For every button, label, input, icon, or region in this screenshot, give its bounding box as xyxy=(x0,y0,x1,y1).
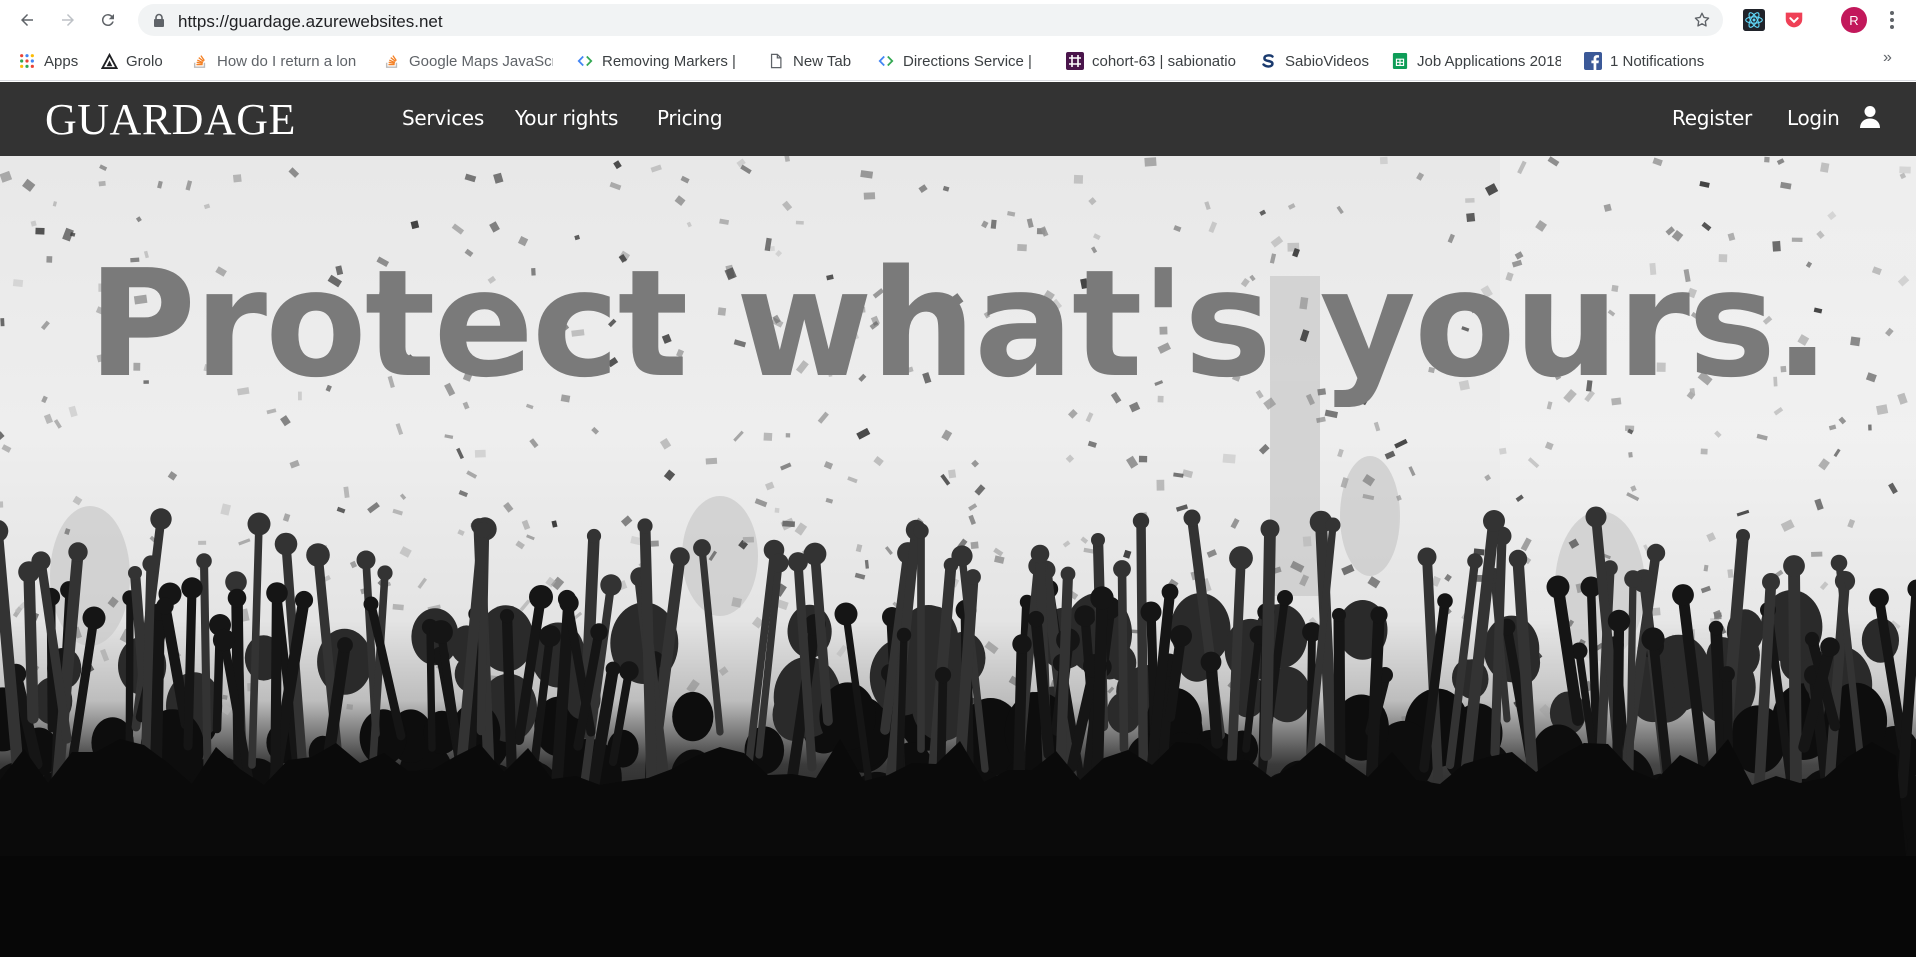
sabio-icon xyxy=(1259,52,1277,70)
bookmark-label: SabioVideos xyxy=(1285,52,1369,70)
apps-grid-icon xyxy=(18,52,36,70)
bookmark-label: Grolo xyxy=(126,52,163,70)
page-icon xyxy=(767,52,785,70)
bookmark-label: Google Maps JavaScr xyxy=(409,52,553,70)
react-devtools-icon[interactable] xyxy=(1742,8,1766,32)
stackoverflow-icon xyxy=(191,52,209,70)
google-developers-icon xyxy=(576,52,594,70)
bookmark-label: Apps xyxy=(44,52,79,70)
bookmark-job-applications[interactable]: Job Applications 2018 xyxy=(1391,50,1561,72)
nav-register-link[interactable]: Register xyxy=(1672,106,1752,130)
site-navbar: GUARDAGE Services Your rights Pricing Re… xyxy=(0,82,1916,156)
profile-avatar[interactable]: R xyxy=(1841,7,1867,33)
bookmark-removing-markers[interactable]: Removing Markers | xyxy=(576,50,746,72)
browser-menu-icon[interactable] xyxy=(1884,8,1900,32)
bookmark-slack-cohort[interactable]: cohort-63 | sabionatio xyxy=(1066,50,1236,72)
nav-your-rights-link[interactable]: Your rights xyxy=(515,106,618,130)
bookmark-facebook[interactable]: 1 Notifications xyxy=(1584,50,1754,72)
stackoverflow-icon xyxy=(383,52,401,70)
bookmark-stackoverflow-2[interactable]: Google Maps JavaScr xyxy=(383,50,553,72)
google-sheets-icon xyxy=(1391,52,1409,70)
reload-button[interactable] xyxy=(94,6,122,34)
facebook-icon xyxy=(1584,52,1602,70)
bookmark-label: Removing Markers | xyxy=(602,52,736,70)
pocket-extension-icon[interactable] xyxy=(1782,8,1806,32)
hero-headline: Protect what's yours. xyxy=(87,238,1831,410)
bookmarks-bar: Apps Grolo How do I return a lon Google … xyxy=(0,41,1916,81)
bookmark-label: How do I return a lon xyxy=(217,52,357,70)
nav-pricing-link[interactable]: Pricing xyxy=(657,106,723,130)
lock-icon xyxy=(154,13,164,27)
reload-icon xyxy=(101,14,114,27)
url-text[interactable]: https://guardage.azurewebsites.net xyxy=(178,12,443,32)
bookmark-directions-service[interactable]: Directions Service | xyxy=(877,50,1047,72)
bookmark-new-tab[interactable]: New Tab xyxy=(767,50,857,72)
google-developers-icon xyxy=(877,52,895,70)
user-icon[interactable] xyxy=(1859,105,1881,129)
arrow-left-icon xyxy=(21,14,33,26)
address-bar[interactable]: https://guardage.azurewebsites.net xyxy=(138,4,1723,36)
hero-section: Protect what's yours. xyxy=(0,156,1916,957)
slack-icon xyxy=(1066,52,1084,70)
bookmark-stackoverflow-1[interactable]: How do I return a lon xyxy=(191,50,361,72)
nav-login-link[interactable]: Login xyxy=(1787,106,1840,130)
bookmark-label: 1 Notifications xyxy=(1610,52,1705,70)
browser-toolbar: https://guardage.azurewebsites.net R xyxy=(0,0,1916,41)
nav-services-link[interactable]: Services xyxy=(402,106,484,130)
bookmarks-overflow-icon[interactable]: » xyxy=(1883,49,1892,67)
bookmark-label: cohort-63 | sabionatio xyxy=(1092,52,1236,70)
site-logo[interactable]: GUARDAGE xyxy=(45,94,296,145)
bookmark-sabiovideos[interactable]: SabioVideos xyxy=(1259,50,1379,72)
bookmark-label: Directions Service | xyxy=(903,52,1032,70)
bookmark-label: Job Applications 2018 xyxy=(1417,52,1561,70)
bookmark-grolo[interactable]: Grolo xyxy=(100,50,170,72)
arrow-right-icon xyxy=(62,14,74,26)
grolo-icon xyxy=(100,52,118,70)
bookmark-apps[interactable]: Apps xyxy=(18,50,88,72)
back-button[interactable] xyxy=(13,6,41,34)
bookmark-label: New Tab xyxy=(793,52,852,70)
bookmark-star-icon[interactable] xyxy=(1693,11,1711,29)
forward-button[interactable] xyxy=(54,6,82,34)
